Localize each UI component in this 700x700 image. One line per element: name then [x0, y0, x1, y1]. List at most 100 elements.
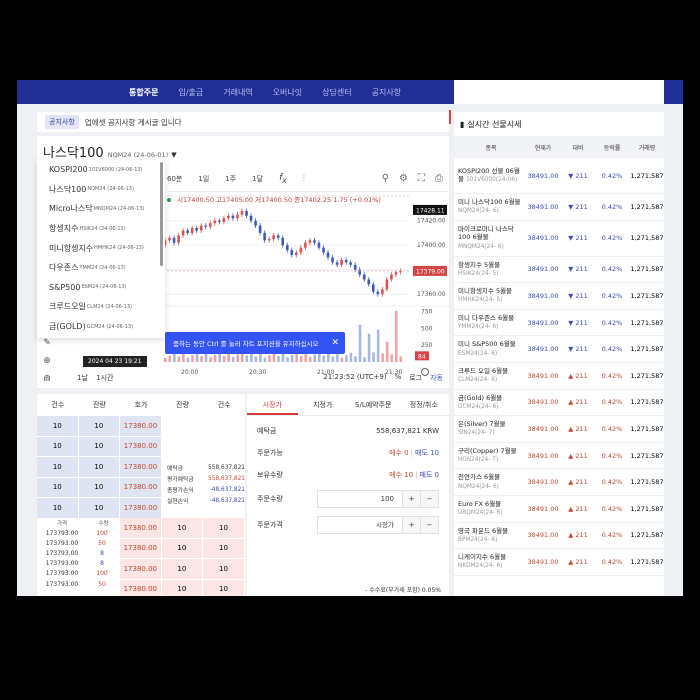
volume-cell: 1,271,587	[630, 265, 664, 274]
pencil-icon[interactable]: ✎	[37, 338, 57, 356]
nav-item-history[interactable]: 거래내역	[223, 87, 252, 98]
volume-bar	[173, 352, 176, 362]
item-code: CLM24 (24-06-13)	[86, 303, 132, 310]
orderbook-row[interactable]: 17380.00 10 10	[120, 579, 245, 596]
candle-body	[381, 289, 384, 295]
price[interactable]: 17380.00	[120, 477, 162, 498]
summary-label: 총평가손익	[167, 488, 194, 494]
auto-toggle[interactable]: 자동	[430, 373, 443, 383]
market-row[interactable]: 미니 나스닥100 6월물 NQM24(24- 6) 38491.00 ▼ 21…	[454, 194, 664, 221]
dropdown-item[interactable]: 다우존스 YMM24 (24-06-13)	[37, 258, 165, 278]
dropdown-item[interactable]: 항셍지수 HSIK24 (24-06-13)	[37, 219, 165, 239]
close-icon[interactable]: ✕	[331, 338, 339, 348]
quantity-input[interactable]: 100	[318, 491, 402, 507]
orderbook-row[interactable]: 17380.00 10 10	[120, 559, 245, 580]
trade-price: 173793.00	[45, 560, 79, 568]
dropdown-item[interactable]: 나스닥100 NQM24 (24-06-13)	[37, 180, 165, 200]
price[interactable]: 17380.00	[120, 579, 162, 596]
market-rows: KOSPI200 선물 06월물 101V6000(24-06) 38491.0…	[454, 158, 664, 576]
deposit-value: 558,637,821 KRW	[376, 427, 439, 435]
candle-body	[172, 237, 176, 243]
market-row[interactable]: 구리(Copper) 7월물 HGN24(24- 7) 38491.00 ▲ 2…	[454, 443, 664, 470]
price[interactable]: 17380.00	[120, 518, 162, 539]
dropdown-item[interactable]: Micro나스닥 MNQM24 (24-06-13)	[37, 199, 165, 219]
market-row[interactable]: 마이크로미니 나스닥 100 6월물 MNQM24(24- 6) 38491.0…	[454, 221, 664, 257]
price[interactable]: 17380.00	[120, 538, 162, 559]
dropdown-item[interactable]: KOSPI200 101V6000 (24-06-13)	[37, 160, 165, 180]
candle-body	[385, 279, 389, 290]
price-minus-button[interactable]: −	[420, 517, 438, 533]
market-row[interactable]: 영국 파운드 6월물 BPM24(24- 6) 38491.00 ▲ 211 0…	[454, 523, 664, 550]
symbol-name: 은(Silver) 7월물	[458, 420, 506, 429]
orderbook-row[interactable]: 17380.00 10 10	[120, 518, 245, 539]
range-1h[interactable]: 1시간	[96, 374, 113, 382]
price[interactable]: 17380.00	[120, 436, 162, 457]
quantity-plus-button[interactable]: +	[402, 491, 420, 507]
market-row[interactable]: 미니 다우존스 6월물 YMM24(24- 6) 38491.00 ▼ 211 …	[454, 310, 664, 337]
tab-modify[interactable]: 정정/취소	[399, 394, 450, 415]
nav-item-support[interactable]: 상담센터	[322, 87, 351, 98]
volume-bar	[250, 353, 253, 362]
symbol-name: 금(Gold) 6월물	[458, 393, 503, 402]
dropdown-item[interactable]: 금(GOLD) GCM24 (24-06-13)	[37, 317, 165, 337]
gear-icon[interactable]: ✹	[538, 87, 546, 98]
price-input[interactable]: 시장가	[318, 517, 402, 533]
volume-cell: 1,271,587	[630, 234, 664, 243]
log-toggle[interactable]: 로그	[409, 373, 422, 383]
price-plus-button[interactable]: +	[402, 517, 420, 533]
market-row[interactable]: 항셍지수 5월물 HSIK24(24- 5) 38491.00 ▼ 211 0.…	[454, 257, 664, 284]
price[interactable]: 17380.00	[120, 559, 162, 580]
volume-cell: 1,271,587	[630, 531, 664, 540]
price[interactable]: 17380.00	[120, 416, 162, 437]
symbol-cell: 크루드 오일 6월물 CLM24(24- 6)	[454, 367, 524, 384]
dropdown-scrollbar[interactable]	[160, 162, 163, 266]
candle-body	[304, 242, 307, 248]
orderbook-row[interactable]: 10 10 17380.00	[37, 436, 245, 457]
dropdown-item[interactable]: S&P500 ESM24 (24-06-13)	[37, 278, 165, 298]
tab-limit[interactable]: 지정가	[298, 394, 349, 415]
candle-body	[290, 250, 294, 255]
market-row[interactable]: 은(Silver) 7월물 SIN24(24- 7) 38491.00 ▲ 21…	[454, 416, 664, 443]
market-row[interactable]: Euro FX 6월물 URQM24(24- 6) 38491.00 ▲ 211…	[454, 496, 664, 523]
symbol-selector[interactable]: 나스닥100 NQM24 (24-06-01) ▼	[43, 142, 177, 161]
notice-text[interactable]: 업에셋 공지사항 게시글 입니다	[85, 117, 182, 128]
dropdown-item[interactable]: 미니항셍지수 HMHK24 (24-06-13)	[37, 238, 165, 258]
orderbook-row[interactable]: 17380.00 10 10	[120, 538, 245, 559]
symbol-cell: 구리(Copper) 7월물 HGN24(24- 7)	[454, 447, 524, 464]
dropdown-item[interactable]: 크루드오일 CLM24 (24-06-13)	[37, 297, 165, 317]
tab-market[interactable]: 시장가	[247, 394, 298, 415]
market-row[interactable]: 니케이지수 6월물 NKDM24(24- 6) 38491.00 ▲ 211 0…	[454, 549, 664, 576]
candle-body	[227, 215, 230, 219]
volume-cell: 1,271,587	[630, 398, 664, 407]
settings-icon[interactable]: ✹	[558, 87, 566, 98]
item-code: NQM24 (24-06-13)	[87, 186, 134, 193]
item-code: 101V6000 (24-06-13)	[88, 166, 143, 173]
nav-item-deposit[interactable]: 입/출금	[178, 87, 203, 98]
symbol-cell: 미니 나스닥100 6월물 NQM24(24- 6)	[454, 198, 524, 215]
price[interactable]: 17380.00	[120, 457, 162, 478]
volume-bar	[345, 355, 348, 362]
nav-item-overnight[interactable]: 오버나잇	[273, 87, 302, 98]
quantity-minus-button[interactable]: −	[420, 491, 438, 507]
market-row[interactable]: 금(Gold) 6월물 GCM24(24- 6) 38491.00 ▲ 211 …	[454, 390, 664, 417]
nav-item-notice[interactable]: 공지사항	[372, 87, 401, 98]
summary-value: -48,637,821	[209, 486, 245, 493]
market-row[interactable]: 크루드 오일 6월물 CLM24(24- 6) 38491.00 ▲ 211 0…	[454, 363, 664, 390]
volume-bar	[299, 355, 303, 362]
user-name[interactable]: 관리자에셋아이디	[467, 87, 526, 98]
change-cell: ▼ 211	[568, 171, 588, 180]
price[interactable]: 17380.00	[120, 498, 162, 519]
tab-stoploss[interactable]: S/L예약주문	[348, 394, 399, 415]
range-1d[interactable]: 1날	[77, 374, 88, 382]
market-row[interactable]: 미니항셍지수 5월물 HMHK24(24- 5) 38491.00 ▼ 211 …	[454, 283, 664, 310]
percent-toggle[interactable]: %	[395, 373, 402, 383]
nav-item-order[interactable]: 통합주문	[129, 87, 158, 98]
market-row[interactable]: 미니 S&P500 6월물 ESM24(24- 6) 38491.00 ▼ 21…	[454, 336, 664, 363]
summary-row: 총평가손익 -48,637,821	[167, 484, 245, 495]
notice-badge[interactable]: 공지사항	[45, 115, 79, 129]
symbol-code: CLM24(24- 6)	[458, 377, 498, 384]
market-row[interactable]: 천연가스 6월물 NQM24(24- 6) 38491.00 ▲ 211 0.4…	[454, 469, 664, 496]
orderbook-row[interactable]: 10 10 17380.00	[37, 416, 245, 437]
moon-icon[interactable]: ☾	[572, 87, 581, 98]
market-row[interactable]: KOSPI200 선물 06월물 101V6000(24-06) 38491.0…	[454, 158, 664, 194]
